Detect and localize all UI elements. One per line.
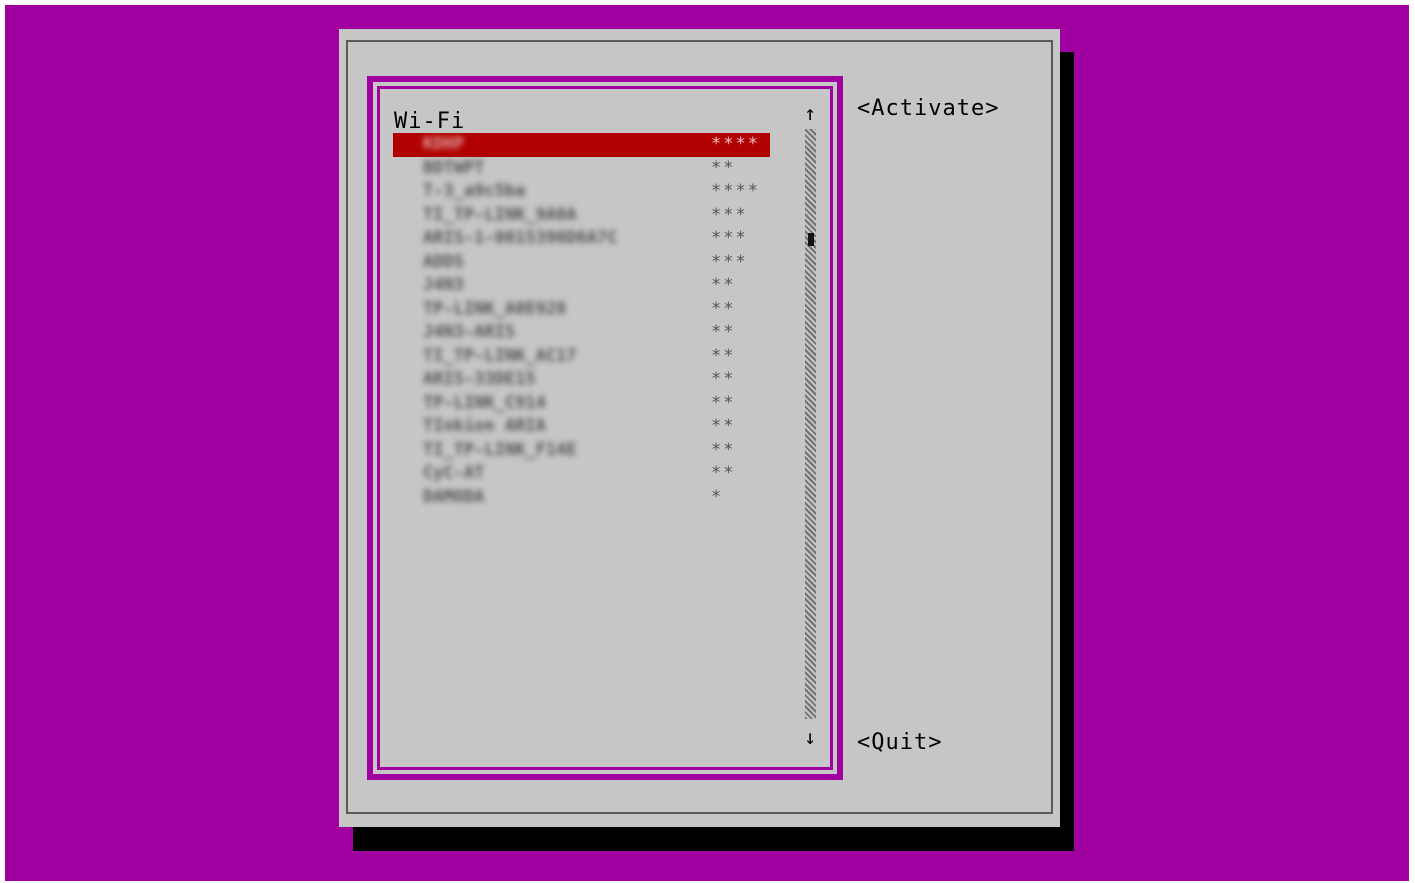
network-signal: ** — [711, 369, 736, 389]
quit-button[interactable]: <Quit> — [857, 730, 942, 755]
network-signal: ** — [711, 416, 736, 436]
network-row[interactable]: TI_TP-LINK_AC17 ** — [393, 345, 770, 369]
network-signal: *** — [711, 204, 748, 225]
network-row[interactable]: CyC-AT ** — [393, 462, 770, 486]
network-ssid: T-3_a9c5ba — [423, 181, 526, 201]
network-signal: ** — [711, 275, 736, 295]
network-row[interactable]: KDHP **** — [393, 133, 770, 157]
network-row[interactable]: DAMODA * — [393, 486, 770, 510]
network-row[interactable]: BDTWPT ** — [393, 157, 770, 181]
network-ssid: J4N3 — [423, 275, 464, 295]
network-signal: ** — [711, 463, 736, 483]
network-signal: ** — [711, 345, 736, 366]
network-signal: **** — [711, 181, 760, 201]
network-signal: ** — [711, 439, 736, 460]
network-ssid: TI_TP-LINK_AC17 — [423, 345, 577, 366]
network-row[interactable]: J4N3-ARIS ** — [393, 321, 770, 345]
network-row[interactable]: J4N3 ** — [393, 274, 770, 298]
nmtui-dialog: Wi-Fi KDHP **** BDTWPT ** T-3_a9c5ba **** TI_T… — [339, 29, 1060, 827]
network-ssid: BDTWPT — [423, 157, 485, 178]
network-row[interactable]: TInkion ARIA ** — [393, 415, 770, 439]
network-ssid: J4N3-ARIS — [423, 322, 516, 342]
network-row[interactable]: TP-LINK_A0E928 ** — [393, 298, 770, 322]
network-list[interactable]: Wi-Fi KDHP **** BDTWPT ** T-3_a9c5ba **** TI_T… — [380, 89, 830, 767]
network-row[interactable]: T-3_a9c5ba **** — [393, 180, 770, 204]
network-signal: ** — [711, 298, 736, 319]
network-ssid: ARIS-33DE15 — [423, 369, 536, 389]
scroll-up-arrow-icon[interactable]: ↑ — [801, 103, 819, 123]
network-signal: ** — [711, 157, 736, 178]
network-signal: * — [711, 486, 724, 507]
network-signal: **** — [711, 134, 760, 154]
network-ssid: TI_TP-LINK_F14E — [423, 439, 577, 460]
network-ssid: ADDS — [423, 251, 464, 272]
network-ssid: CyC-AT — [423, 463, 485, 483]
network-row[interactable]: ARIS-33DE15 ** — [393, 368, 770, 392]
network-row[interactable]: ADDS *** — [393, 251, 770, 275]
activate-button[interactable]: <Activate> — [857, 96, 999, 121]
network-list-frame: Wi-Fi KDHP **** BDTWPT ** T-3_a9c5ba **** TI_T… — [367, 76, 843, 780]
scrollbar[interactable]: ↑ ↓ — [801, 103, 819, 747]
network-signal: ** — [711, 322, 736, 342]
network-signal: *** — [711, 228, 748, 248]
network-ssid: DAMODA — [423, 486, 485, 507]
network-ssid: TP-LINK_C914 — [423, 392, 546, 413]
network-ssid: TInkion ARIA — [423, 416, 546, 436]
network-signal: *** — [711, 251, 748, 272]
network-ssid: TP-LINK_A0E928 — [423, 298, 567, 319]
network-list-inner-frame: Wi-Fi KDHP **** BDTWPT ** T-3_a9c5ba **** TI_T… — [377, 86, 833, 770]
network-ssid: TI_TP-LINK_9A0A — [423, 204, 577, 225]
scroll-thumb[interactable] — [808, 233, 814, 246]
section-title-wifi: Wi-Fi — [394, 109, 466, 134]
network-row[interactable]: TP-LINK_C914 ** — [393, 392, 770, 416]
network-row[interactable]: TI_TP-LINK_9A0A *** — [393, 204, 770, 228]
network-rows: KDHP **** BDTWPT ** T-3_a9c5ba **** TI_TP-LINK… — [393, 133, 770, 509]
network-ssid: ARIS-1-0015390D6A7C — [423, 228, 618, 248]
scroll-down-arrow-icon[interactable]: ↓ — [801, 727, 819, 747]
network-ssid: KDHP — [423, 134, 464, 154]
network-row[interactable]: ARIS-1-0015390D6A7C *** — [393, 227, 770, 251]
scroll-track[interactable] — [805, 129, 816, 719]
network-signal: ** — [711, 392, 736, 413]
network-row[interactable]: TI_TP-LINK_F14E ** — [393, 439, 770, 463]
